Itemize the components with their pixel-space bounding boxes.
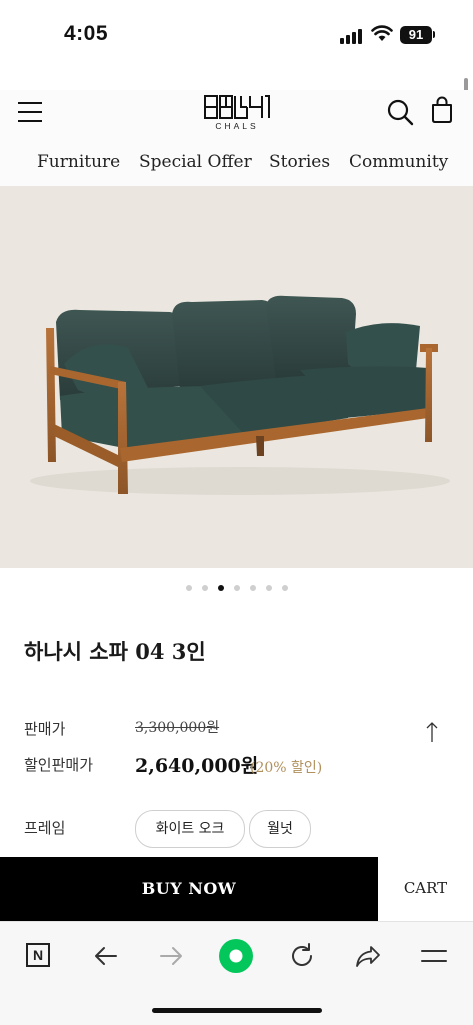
hamburger-icon[interactable] <box>18 101 42 123</box>
green-dot-icon[interactable] <box>219 939 253 973</box>
original-price: 3,300,000원 <box>135 720 220 736</box>
frame-option-white-oak[interactable]: 화이트 오크 <box>135 810 245 848</box>
nav-item-special-offer[interactable]: Special Offer <box>139 152 252 172</box>
sale-price: 2,640,000원 <box>135 755 259 777</box>
shopping-bag-icon[interactable] <box>430 96 454 124</box>
home-indicator <box>152 1008 322 1013</box>
brand-logo[interactable]: CHALS <box>204 90 270 132</box>
nav-item-furniture[interactable]: Furniture <box>37 152 120 172</box>
cart-button[interactable]: CART <box>378 857 473 921</box>
site-header: CHALS <box>0 90 473 142</box>
arrow-right-icon[interactable] <box>154 939 188 973</box>
logo-text: CHALS <box>215 121 259 131</box>
arrow-up-icon[interactable] <box>424 721 440 743</box>
nav-item-stories[interactable]: Stories <box>269 152 330 172</box>
price-label: 판매가 <box>24 720 66 738</box>
discount-text: (20% 할인) <box>250 760 323 776</box>
nav-item-community[interactable]: Community <box>349 152 448 172</box>
carousel-dot[interactable] <box>282 585 288 591</box>
buy-now-button[interactable]: BUY NOW <box>0 857 378 921</box>
battery-indicator: 91 <box>400 26 432 44</box>
refresh-icon[interactable] <box>285 939 319 973</box>
battery-tip <box>433 31 435 38</box>
carousel-dot[interactable] <box>234 585 240 591</box>
sale-price-label: 할인판매가 <box>24 756 94 774</box>
signal-icon <box>340 28 364 44</box>
carousel-dot[interactable] <box>266 585 272 591</box>
product-image[interactable] <box>0 186 473 568</box>
n-icon-letter: N <box>26 943 50 967</box>
logo-mark-icon <box>204 95 270 119</box>
product-title: 하나시 소파 04 3인 <box>24 639 206 664</box>
frame-option-walnut[interactable]: 월넛 <box>249 810 311 848</box>
browser-toolbar: N <box>0 921 473 1025</box>
search-icon[interactable] <box>386 98 414 126</box>
frame-label: 프레임 <box>24 819 66 837</box>
carousel-dot[interactable] <box>186 585 192 591</box>
main-nav: Furniture Special Offer Stories Communit… <box>0 142 473 187</box>
status-bar: 4:05 91 <box>0 0 473 70</box>
share-icon[interactable] <box>351 939 385 973</box>
naver-n-icon[interactable]: N <box>22 939 56 973</box>
carousel-dots <box>0 582 473 594</box>
arrow-left-icon[interactable] <box>89 939 123 973</box>
menu-icon[interactable] <box>417 939 451 973</box>
status-time: 4:05 <box>64 22 109 45</box>
carousel-dot[interactable] <box>250 585 256 591</box>
carousel-dot[interactable] <box>202 585 208 591</box>
purchase-bar: BUY NOW CART <box>0 857 473 921</box>
sofa-illustration <box>30 295 450 495</box>
wifi-icon <box>371 25 393 41</box>
carousel-dot-active[interactable] <box>218 585 224 591</box>
